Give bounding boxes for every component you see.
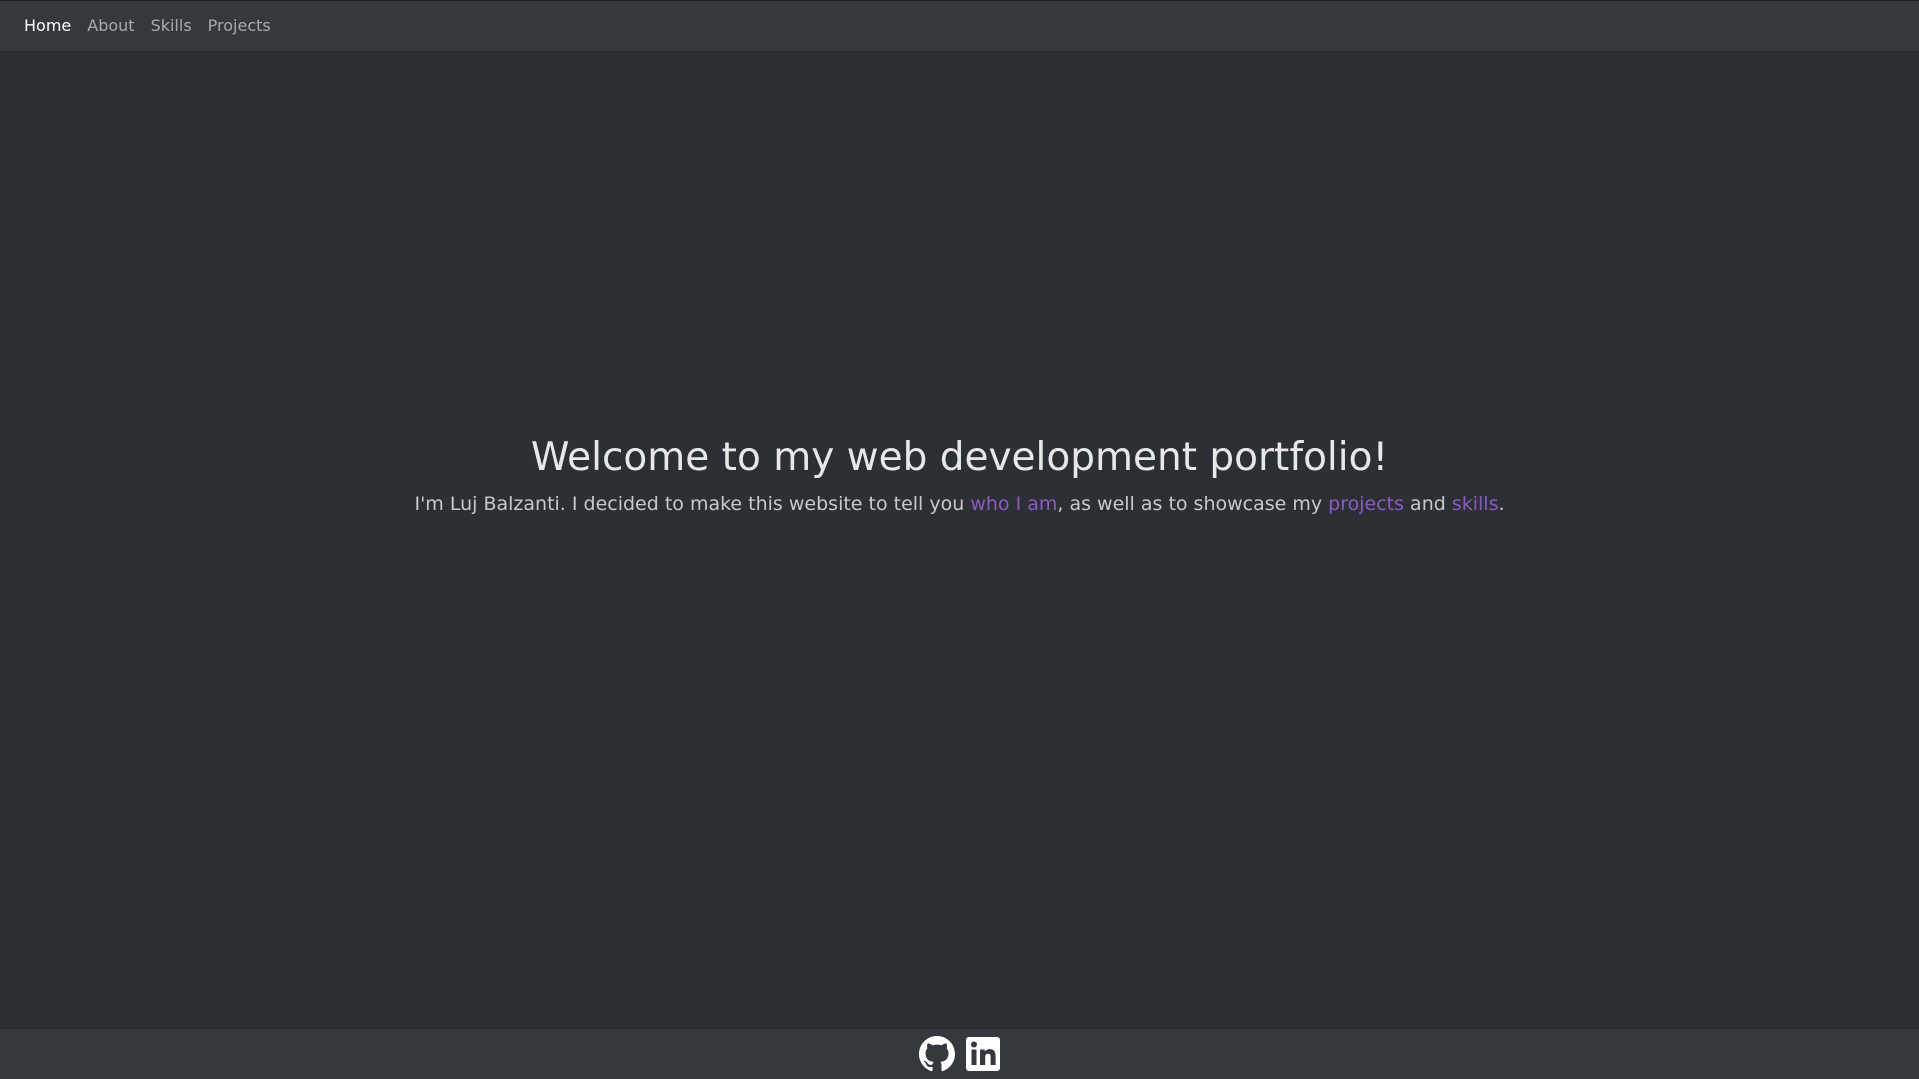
nav-about[interactable]: About [87,18,134,34]
nav-skills[interactable]: Skills [151,18,192,34]
intro-text-2: , as well as to showcase my [1057,493,1329,515]
intro-text-4: . [1498,493,1505,515]
github-icon[interactable] [918,1036,955,1072]
page-title: Welcome to my web development portfolio! [530,435,1389,480]
nav-projects[interactable]: Projects [208,18,271,34]
nav-home[interactable]: Home [24,18,71,34]
skills-link[interactable]: skills [1452,493,1499,515]
top-navbar: Home About Skills Projects [0,0,1919,51]
intro-text-1: I'm Luj Balzanti. I decided to make this… [414,493,971,515]
linkedin-icon[interactable] [965,1036,1001,1072]
intro-paragraph: I'm Luj Balzanti. I decided to make this… [0,488,1919,520]
projects-link[interactable]: projects [1328,493,1404,515]
intro-text-3: and [1404,493,1452,515]
who-i-am-link[interactable]: who I am [970,493,1057,515]
hero-section: Welcome to my web development portfolio!… [0,430,1919,520]
footer [0,1029,1919,1079]
